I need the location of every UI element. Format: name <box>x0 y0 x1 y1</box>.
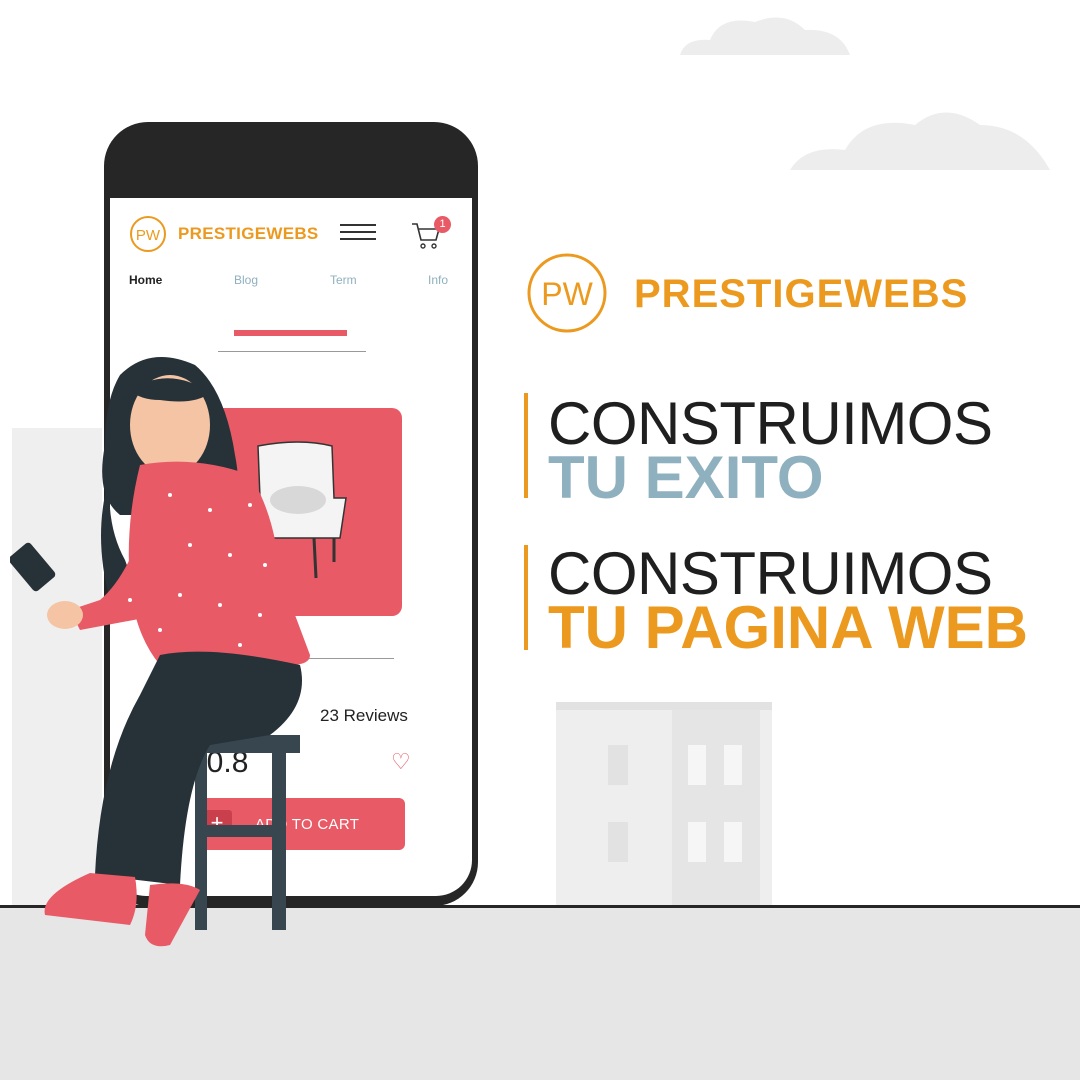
building-window <box>608 745 628 785</box>
app-brand-name: PRESTIGEWEBS <box>178 224 319 243</box>
headline-accent-bar <box>524 545 528 650</box>
title-accent-bar <box>234 330 347 336</box>
brand-name: PRESTIGEWEBS <box>634 272 969 316</box>
building-window <box>724 822 742 862</box>
cloud-right-icon <box>790 112 1050 170</box>
headline-accent-bar <box>524 393 528 498</box>
brand-logo-icon: PW <box>527 253 607 333</box>
headline-2-line-2: TU PAGINA WEB <box>548 594 1028 661</box>
background-building-right-roof <box>556 702 772 710</box>
headline-1-line-2: TU EXITO <box>548 444 824 511</box>
cart-count-badge: 1 <box>434 216 451 233</box>
building-window <box>608 822 628 862</box>
building-window <box>724 745 742 785</box>
nav-blog[interactable]: Blog <box>234 273 258 287</box>
nav-info[interactable]: Info <box>428 273 448 287</box>
background-building-right-block <box>672 710 760 906</box>
heart-icon[interactable]: ♡ <box>391 751 411 773</box>
woman-with-phone-illustration <box>10 357 310 947</box>
cloud-top-icon <box>680 17 850 55</box>
menu-icon[interactable] <box>340 224 376 242</box>
svg-text:PW: PW <box>541 276 593 312</box>
building-window <box>688 822 706 862</box>
product-reviews: 23 Reviews <box>320 706 408 725</box>
nav-term[interactable]: Term <box>330 273 357 287</box>
svg-text:PW: PW <box>136 227 161 244</box>
nav-home[interactable]: Home <box>129 273 162 287</box>
building-window <box>688 745 706 785</box>
app-logo-icon: PW <box>130 216 166 252</box>
